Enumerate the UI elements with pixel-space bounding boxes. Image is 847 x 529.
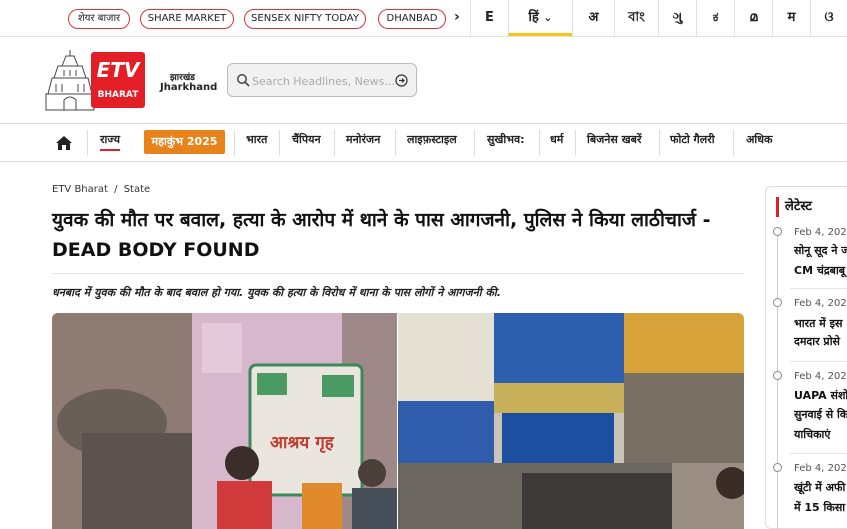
latest-item-line[interactable]: सुनवाई से कि xyxy=(794,405,847,424)
nav-divider xyxy=(395,130,396,156)
nav-divider xyxy=(659,130,660,156)
timeline-line xyxy=(777,231,778,529)
nav-item-mahakumbh[interactable]: महाकुंभ 2025 xyxy=(144,130,225,154)
nav-item-more[interactable]: अधिक xyxy=(746,132,772,147)
sidebar-title: लेटेस्ट xyxy=(776,197,812,217)
logo-bharat-text: BHARAT xyxy=(97,90,139,100)
lang-marathi[interactable]: म xyxy=(772,0,810,36)
nav-item-business[interactable]: बिजनेस खबरें xyxy=(587,132,641,147)
nav-item-photo-gallery[interactable]: फोटो गैलरी xyxy=(670,132,715,147)
lang-bengali[interactable]: বাং xyxy=(614,0,658,36)
state-name-english: Jharkhand xyxy=(160,82,218,93)
timeline-dot xyxy=(773,298,782,307)
search-icon xyxy=(237,74,250,87)
latest-item-line[interactable]: याचिकाएं xyxy=(794,425,847,444)
nav-divider xyxy=(334,130,335,156)
temple-logo-icon xyxy=(45,50,95,111)
breadcrumb-state[interactable]: State xyxy=(124,184,150,195)
article-headline: युवक की मौत पर बवाल, हत्या के आरोप में थ… xyxy=(52,209,711,261)
nav-divider xyxy=(474,130,475,156)
timeline-dot xyxy=(773,227,782,236)
photo-sign-text: आश्रय गृह xyxy=(270,433,335,453)
hero-image-scene: आश्रय गृह xyxy=(52,313,744,529)
lang-gujarati[interactable]: ગુ xyxy=(658,0,696,36)
search-submit-icon[interactable] xyxy=(395,74,408,87)
latest-news-sidebar: लेटेस्ट Feb 4, 2025 सोनू सूद ने ज CM चंद… xyxy=(765,186,847,529)
latest-item-divider xyxy=(790,288,847,289)
search-input[interactable] xyxy=(252,71,394,91)
lang-malayalam[interactable]: മ xyxy=(734,0,772,36)
headline-divider xyxy=(52,273,744,274)
latest-item-line[interactable]: CM चंद्रबाबू xyxy=(794,261,847,280)
article-hero-image[interactable]: आश्रय गृह xyxy=(52,313,744,529)
nav-divider xyxy=(279,130,280,156)
nav-divider xyxy=(539,130,540,156)
latest-item-line[interactable]: सोनू सूद ने ज xyxy=(794,241,847,260)
pill-dhanbad[interactable]: DHANBAD xyxy=(378,9,446,29)
latest-item-date: Feb 4, 2025 xyxy=(794,371,847,382)
nav-item-champion[interactable]: चैंपियन xyxy=(292,132,321,147)
search-box[interactable] xyxy=(227,63,417,97)
latest-item-date: Feb 4, 2025 xyxy=(794,227,847,238)
site-header: ETV BHARAT झारखंड Jharkhand xyxy=(0,37,847,124)
nav-item-dharm[interactable]: धर्म xyxy=(550,132,563,147)
etv-logo-badge: ETV BHARAT xyxy=(91,52,145,108)
breadcrumb-separator: / xyxy=(114,184,118,195)
pill-sensex-nifty[interactable]: SENSEX NIFTY TODAY xyxy=(244,9,366,29)
latest-item-date: Feb 4, 2025 xyxy=(794,463,847,474)
latest-item-line[interactable]: में 15 किसा xyxy=(794,498,847,517)
top-bar: शेयर बाजार SHARE MARKET SENSEX NIFTY TOD… xyxy=(0,0,847,37)
timeline-dot xyxy=(773,463,782,472)
lang-odia[interactable]: ଓ xyxy=(810,0,847,36)
chevron-down-icon: ⌄ xyxy=(543,11,553,24)
site-logo[interactable]: ETV BHARAT झारखंड Jharkhand xyxy=(44,48,218,112)
latest-item-line[interactable]: UAPA संशो xyxy=(794,386,847,405)
lang-assamese[interactable]: अ xyxy=(572,0,614,36)
latest-item-line[interactable]: दमदार प्रोसे xyxy=(794,332,847,351)
pill-share-bazar[interactable]: शेयर बाजार xyxy=(68,9,130,29)
nav-item-sukhibhav[interactable]: सुखीभव: xyxy=(487,132,525,147)
nav-divider xyxy=(234,130,235,156)
pill-share-market[interactable]: SHARE MARKET xyxy=(140,9,234,29)
breadcrumb: ETV Bharat / State xyxy=(52,184,153,195)
nav-divider xyxy=(733,130,734,156)
home-icon[interactable] xyxy=(55,135,73,151)
timeline-dot xyxy=(773,371,782,380)
article-summary: धनबाद में युवक की मौत के बाद बवाल हो गया… xyxy=(52,286,501,299)
latest-item-divider xyxy=(790,361,847,362)
breadcrumb-home[interactable]: ETV Bharat xyxy=(52,184,108,195)
nav-item-rajya[interactable]: राज्य xyxy=(100,132,121,151)
nav-divider xyxy=(87,130,88,156)
nav-item-bharat[interactable]: भारत xyxy=(246,132,267,147)
logo-etv-text: ETV xyxy=(96,58,140,82)
latest-item-line[interactable]: भारत में इस xyxy=(794,314,847,333)
nav-item-manoranjan[interactable]: मनोरंजन xyxy=(346,132,380,147)
nav-item-lifestyle[interactable]: लाइफ़स्टाइल xyxy=(407,132,457,147)
lang-hindi-label: हिं xyxy=(528,10,539,25)
lang-hindi[interactable]: हिं ⌄ xyxy=(508,0,572,36)
lang-english[interactable]: E xyxy=(470,0,508,36)
latest-item-line[interactable]: खूंटी में अफी xyxy=(794,478,847,497)
main-navigation: राज्य महाकुंभ 2025 भारत चैंपियन मनोरंजन … xyxy=(0,124,847,162)
nav-divider xyxy=(575,130,576,156)
latest-item-divider xyxy=(790,453,847,454)
latest-item-date: Feb 4, 2025 xyxy=(794,298,847,309)
lang-kannada[interactable]: ಕ xyxy=(696,0,734,36)
chevron-right-icon[interactable]: › xyxy=(454,9,460,25)
